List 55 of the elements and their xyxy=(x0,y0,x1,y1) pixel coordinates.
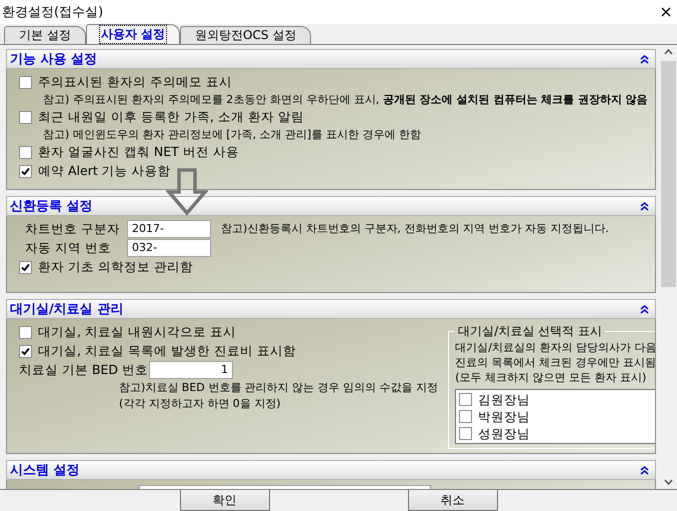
option-label: 환자 얼굴사진 캡춰 NET 버전 사용 xyxy=(38,144,239,160)
checkbox[interactable] xyxy=(19,344,32,358)
field-note: 참고)신환등록시 차트번호의 구분자, 전화번호의 지역 번호가 자동 지정됩니다. xyxy=(221,221,609,237)
cancel-button[interactable]: 취소 xyxy=(408,490,498,511)
doctor-name[interactable]: 성원장님 xyxy=(478,426,530,442)
collapse-icon[interactable] xyxy=(640,466,649,474)
field-label: 자동 지역 번호 xyxy=(25,240,112,256)
option-label: 환자 기초 의학정보 관리함 xyxy=(38,259,193,275)
section-title: 신환등록 설정 xyxy=(10,198,93,215)
group-title: 대기실/치료실 선택적 표시 xyxy=(457,323,603,340)
input-field[interactable]: 2017- xyxy=(127,220,211,238)
scroll-down-icon[interactable] xyxy=(664,479,673,485)
option-label: 대기실, 치료실 목록에 발생한 진료비 표시함 xyxy=(38,343,296,359)
group-description: 진료의 목록에서 체크된 경우에만 표시됨 xyxy=(455,355,655,370)
input-field[interactable]: 1 xyxy=(149,361,233,379)
group-description: (모두 체크하지 않으면 모든 환자 표시) xyxy=(455,370,648,385)
checkbox[interactable] xyxy=(19,146,32,158)
doctor-list[interactable]: 김원장님 박원장님 성원장님 xyxy=(455,389,655,444)
scroll-up-icon[interactable] xyxy=(664,49,673,55)
ok-button[interactable]: 확인 xyxy=(180,490,270,511)
collapse-icon[interactable] xyxy=(640,54,649,64)
section-title: 시스템 설정 xyxy=(10,462,80,479)
option-label: 예약 Alert 기능 사용함 xyxy=(38,163,171,179)
checkbox[interactable] xyxy=(19,164,32,178)
field-note: (각각 지정하고자 하면 0을 지정) xyxy=(118,396,282,411)
input-field[interactable]: 032- xyxy=(127,239,211,257)
section-title: 대기실/치료실 관리 xyxy=(10,301,124,318)
option-label: 주의표시된 환자의 주의메모 표시 xyxy=(38,74,232,90)
section-header[interactable]: 신환등록 설정 xyxy=(6,196,656,216)
section-header[interactable]: 대기실/치료실 관리 xyxy=(6,299,656,319)
field-label: 차트번호 구분자 xyxy=(25,221,121,237)
option-label: 대기실, 치료실 내원시각으로 표시 xyxy=(38,324,236,340)
checkbox[interactable] xyxy=(19,110,32,124)
checkbox[interactable] xyxy=(459,410,472,423)
collapse-icon[interactable] xyxy=(640,202,649,210)
section-header[interactable]: 기능 사용 설정 xyxy=(6,49,656,69)
checkbox[interactable] xyxy=(19,326,32,338)
tab[interactable]: 기본 설정 xyxy=(4,26,86,44)
checkbox[interactable] xyxy=(19,76,32,88)
checkbox[interactable] xyxy=(459,393,472,406)
checkbox[interactable] xyxy=(459,427,472,440)
tab[interactable]: 원외탕전OCS 설정 xyxy=(180,26,312,44)
option-label: 최근 내원일 이후 등록한 가족, 소개 환자 알림 xyxy=(38,109,304,125)
window-title: 환경설정(접수실) xyxy=(2,4,104,21)
doctor-name[interactable]: 김원장님 xyxy=(478,392,530,408)
section-title: 기능 사용 설정 xyxy=(10,51,98,68)
tab[interactable]: 사용자 설정 xyxy=(86,24,180,44)
option-note: 참고) 메인윈도우의 환자 관리정보에 [가족, 소개 관리]를 표시한 경우에 한함 xyxy=(42,127,422,142)
doctor-name[interactable]: 박원장님 xyxy=(478,408,530,424)
collapse-icon[interactable] xyxy=(640,304,649,314)
checkbox[interactable] xyxy=(19,260,32,274)
section-header[interactable]: 시스템 설정 xyxy=(6,460,656,480)
option-note: 참고) 주의표시된 환자의 주의메모를 2초동안 화면의 우하단에 표시, 공개된 장소에 설치된 컴퓨터는 체크를 권장하지 않음 xyxy=(42,92,648,107)
field-note: 참고)치료실 BED 번호를 관리하지 않는 경우 임의의 수값을 지정 xyxy=(118,380,438,395)
close-icon[interactable] xyxy=(661,7,671,17)
